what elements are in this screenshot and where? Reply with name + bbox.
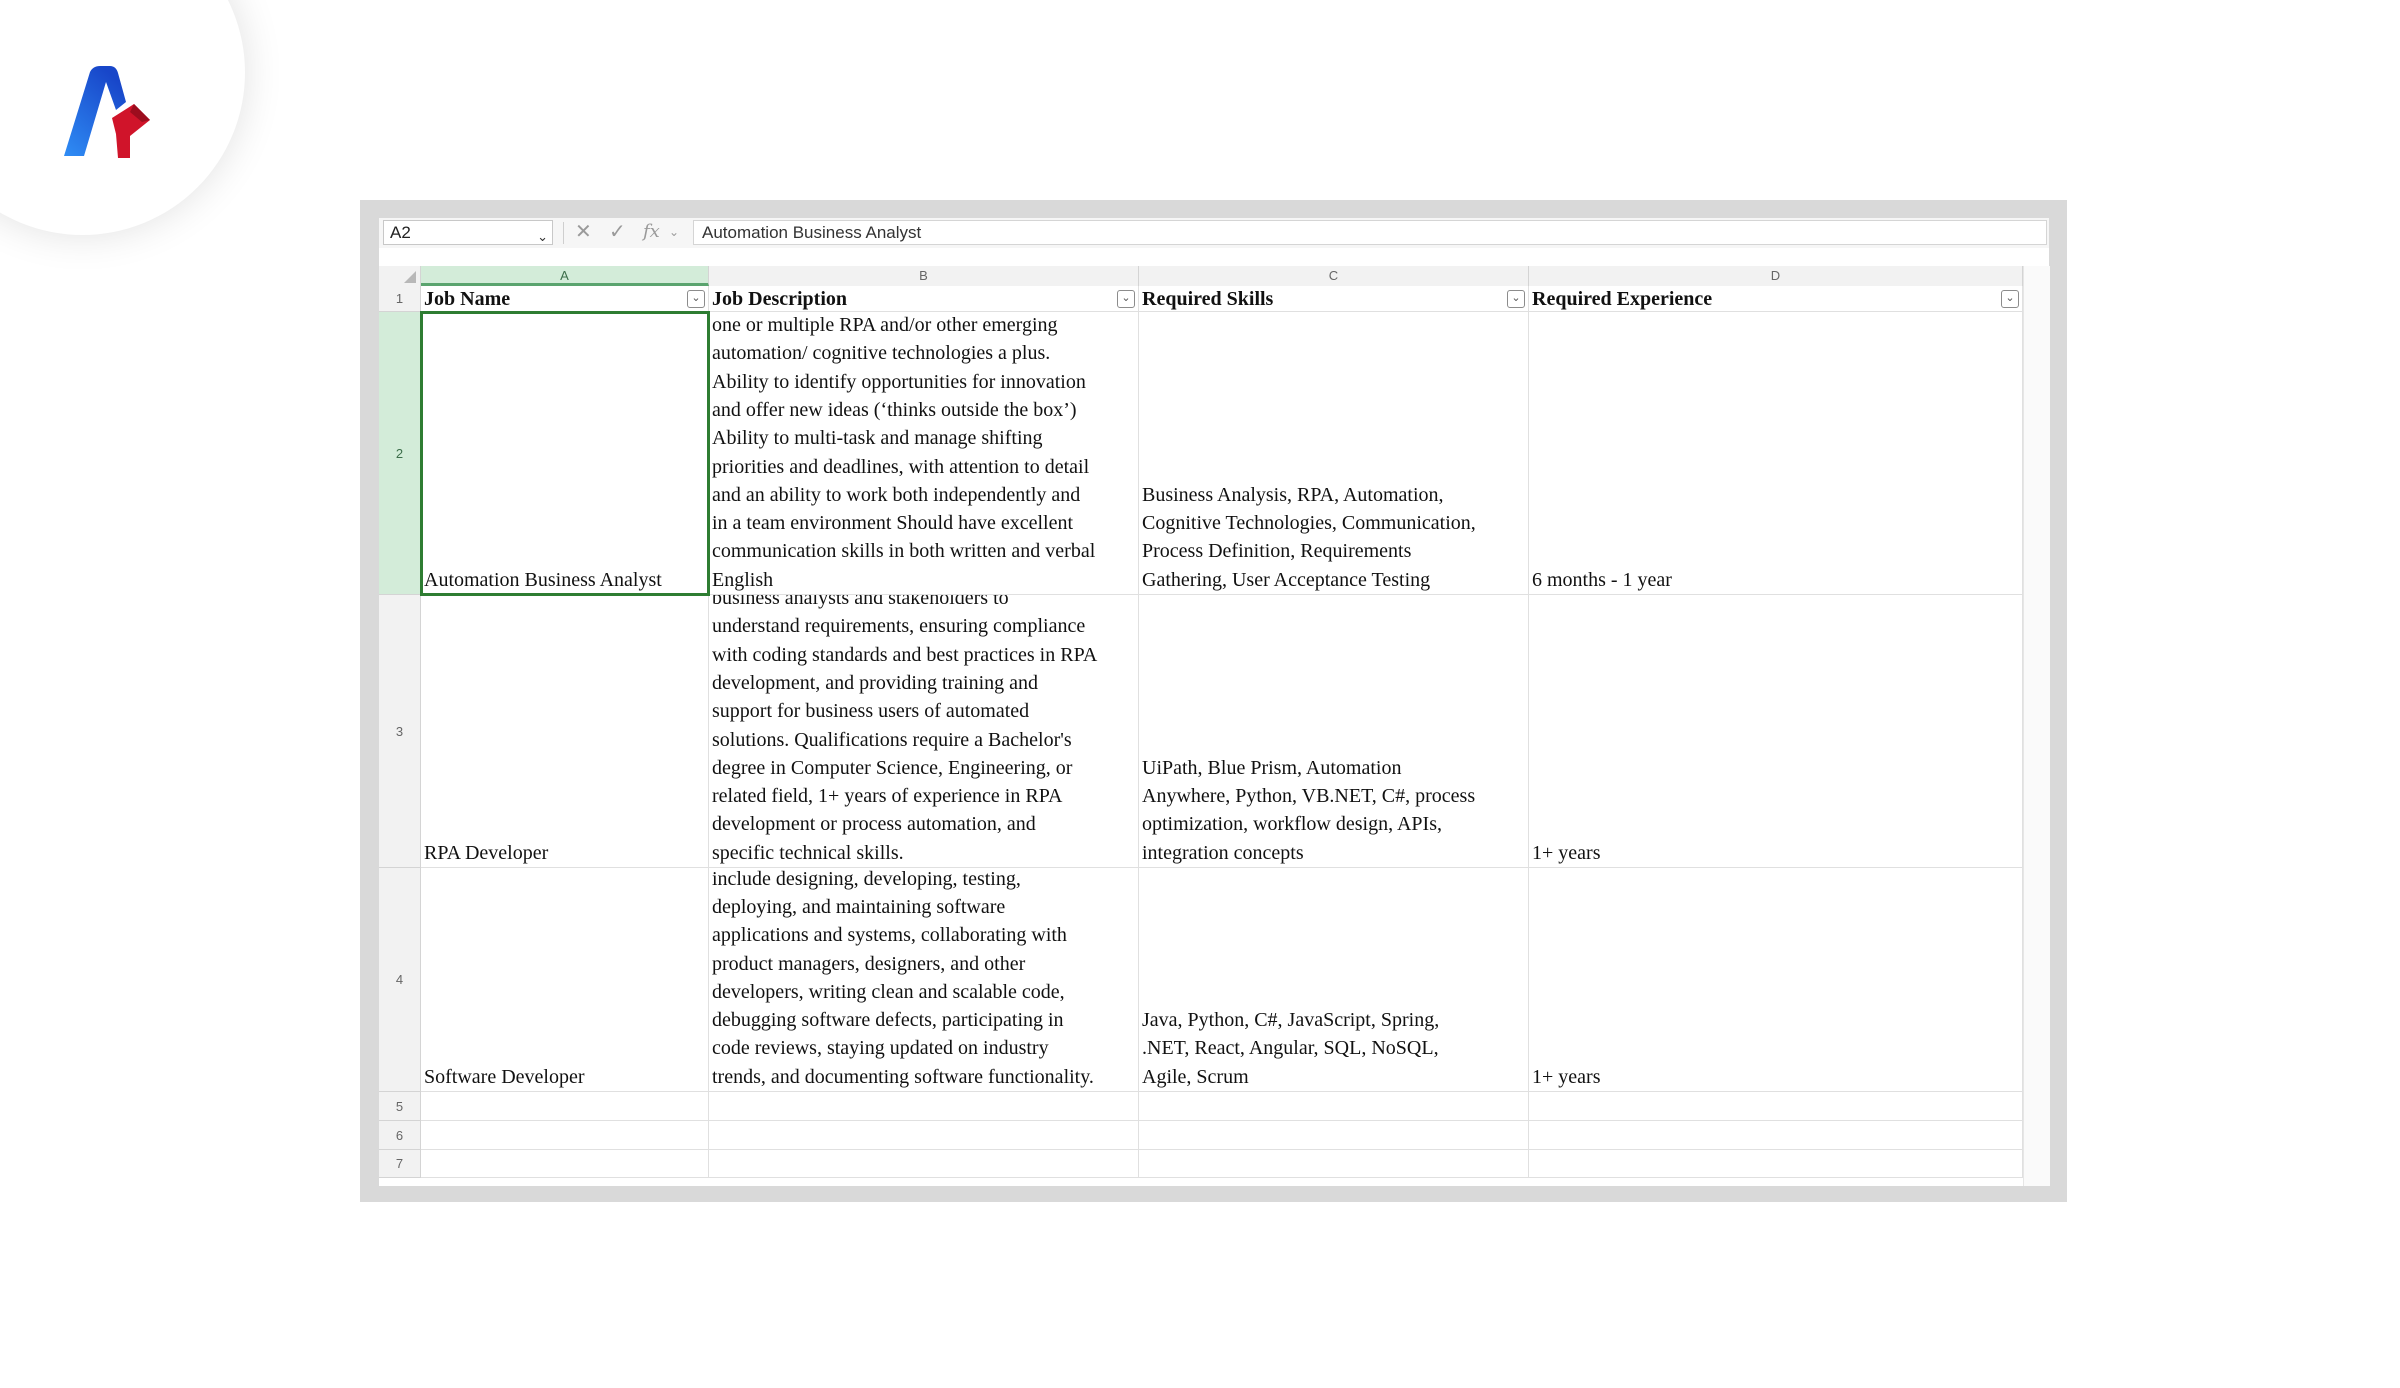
row-header-1[interactable]: 1 (379, 286, 421, 312)
cell-a4-job-name[interactable]: Software Developer (421, 868, 709, 1092)
name-box[interactable]: A2 ⌄ (383, 220, 553, 245)
cell-c3-required-skills[interactable]: UiPath, Blue Prism, Automation Anywhere,… (1139, 595, 1529, 868)
cell-d4-required-experience[interactable]: 1+ years (1529, 868, 2023, 1092)
cell-text: Java, Python, C#, JavaScript, Spring, .N… (1142, 1009, 1440, 1088)
header-cell-job-name[interactable]: Job Name (421, 286, 709, 312)
row-header-5[interactable]: 5 (379, 1092, 421, 1121)
chevron-down-icon[interactable]: ⌄ (537, 225, 548, 248)
cell-text: UiPath, Blue Prism, Automation Anywhere,… (1142, 756, 1476, 864)
cell-c4-required-skills[interactable]: Java, Python, C#, JavaScript, Spring, .N… (1139, 868, 1529, 1092)
name-box-value: A2 (390, 223, 411, 242)
cell-text: RPA Developer (424, 841, 549, 864)
cell-text: 6 months - 1 year (1532, 568, 1672, 591)
header-cell-job-description[interactable]: Job Description (709, 286, 1139, 312)
header-label: Job Description (712, 287, 847, 310)
header-cell-required-experience[interactable]: Required Experience (1529, 286, 2023, 312)
filter-dropdown-icon[interactable]: ⌄ (687, 290, 705, 308)
formula-bar-divider (563, 222, 564, 244)
right-gutter (2023, 266, 2050, 1186)
cell-b3-job-description[interactable]: business analysts and stakeholders to un… (709, 595, 1139, 868)
empty-cell[interactable] (421, 1121, 709, 1150)
header-cell-required-skills[interactable]: Required Skills (1139, 286, 1529, 312)
filter-dropdown-icon[interactable]: ⌄ (1507, 290, 1525, 308)
cell-c2-required-skills[interactable]: Business Analysis, RPA, Automation, Cogn… (1139, 312, 1529, 595)
empty-cell[interactable] (1529, 1092, 2023, 1121)
cell-d3-required-experience[interactable]: 1+ years (1529, 595, 2023, 868)
select-all-corner[interactable] (379, 266, 421, 286)
empty-cell[interactable] (1529, 1121, 2023, 1150)
header-label: Job Name (424, 287, 511, 310)
spreadsheet: A2 ⌄ ✕ ✓ fx ⌄ Automation Business Analys… (379, 218, 2050, 1186)
row-header-6[interactable]: 6 (379, 1121, 421, 1150)
filter-dropdown-icon[interactable]: ⌄ (1117, 290, 1135, 308)
cell-text: Business Analysis, RPA, Automation, Cogn… (1142, 483, 1476, 591)
cell-text: one or multiple RPA and/or other emergin… (712, 314, 1096, 591)
formula-bar: A2 ⌄ ✕ ✓ fx ⌄ Automation Business Analys… (379, 218, 2049, 248)
row-header-4[interactable]: 4 (379, 868, 421, 1092)
empty-cell[interactable] (709, 1092, 1139, 1121)
empty-cell[interactable] (1529, 1150, 2023, 1178)
cell-d2-required-experience[interactable]: 6 months - 1 year (1529, 312, 2023, 595)
screenshot-frame: A2 ⌄ ✕ ✓ fx ⌄ Automation Business Analys… (360, 200, 2067, 1202)
close-icon[interactable]: ✕ (575, 219, 592, 245)
select-all-icon[interactable] (404, 271, 416, 283)
cell-text: Software Developer (424, 1065, 585, 1088)
cell-text: business analysts and stakeholders to un… (712, 595, 1098, 864)
cell-text: Automation Business Analyst (424, 568, 662, 591)
column-header-c[interactable]: C (1139, 266, 1529, 286)
header-label: Required Skills (1142, 287, 1274, 310)
empty-cell[interactable] (1139, 1150, 1529, 1178)
header-label: Required Experience (1532, 287, 1713, 310)
empty-cell[interactable] (1139, 1121, 1529, 1150)
cell-text: 1+ years (1532, 841, 1601, 864)
empty-cell[interactable] (709, 1150, 1139, 1178)
cell-b4-job-description[interactable]: include designing, developing, testing, … (709, 868, 1139, 1092)
formula-input[interactable]: Automation Business Analyst (693, 220, 2047, 245)
column-header-a[interactable]: A (421, 266, 709, 286)
filter-dropdown-icon[interactable]: ⌄ (2001, 290, 2019, 308)
cell-text: include designing, developing, testing, … (712, 868, 1094, 1088)
fx-icon[interactable]: fx (643, 219, 660, 245)
column-header-d[interactable]: D (1529, 266, 2023, 286)
row-header-7[interactable]: 7 (379, 1150, 421, 1178)
row-header-3[interactable]: 3 (379, 595, 421, 868)
row-header-2[interactable]: 2 (379, 312, 421, 595)
empty-cell[interactable] (709, 1121, 1139, 1150)
column-header-b[interactable]: B (709, 266, 1139, 286)
chevron-down-icon[interactable]: ⌄ (669, 219, 679, 245)
cell-b2-job-description[interactable]: one or multiple RPA and/or other emergin… (709, 312, 1139, 595)
cell-a2-job-name[interactable]: Automation Business Analyst (420, 311, 710, 596)
cell-a3-job-name[interactable]: RPA Developer (421, 595, 709, 868)
fx-label: fx (643, 221, 660, 242)
brand-logo (64, 66, 150, 158)
empty-cell[interactable] (1139, 1092, 1529, 1121)
check-icon[interactable]: ✓ (609, 219, 626, 245)
empty-cell[interactable] (421, 1150, 709, 1178)
empty-cell[interactable] (421, 1092, 709, 1121)
cell-text: 1+ years (1532, 1065, 1601, 1088)
